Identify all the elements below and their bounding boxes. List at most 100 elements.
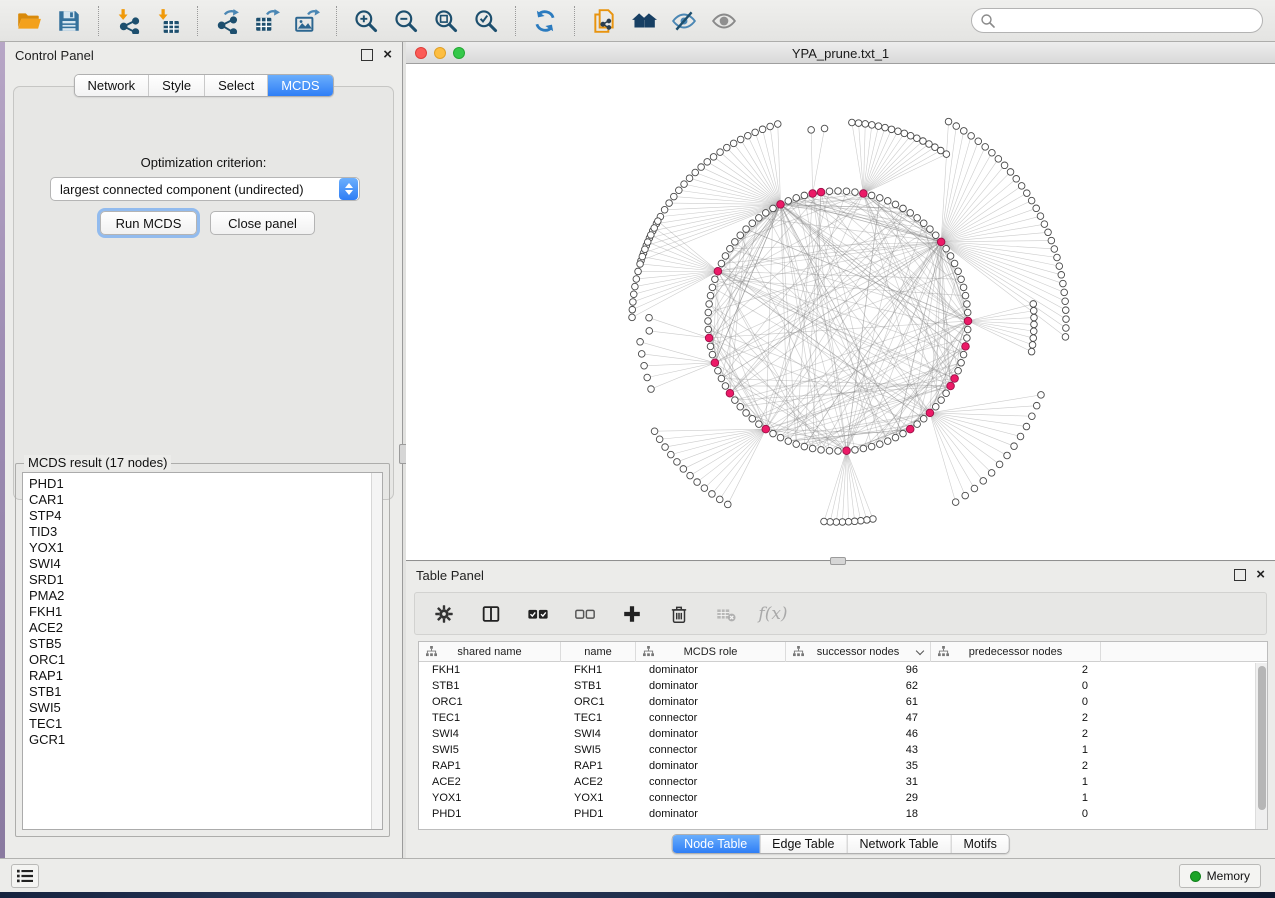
mcds-result-item[interactable]: FKH1 [29, 604, 382, 620]
minimize-window-icon[interactable] [434, 47, 446, 59]
mcds-result-item[interactable]: PMA2 [29, 588, 382, 604]
select-all-rows-button[interactable] [525, 601, 551, 627]
mcds-result-item[interactable]: RAP1 [29, 668, 382, 684]
float-window-icon[interactable] [1234, 569, 1246, 581]
export-image-button[interactable] [292, 6, 322, 36]
mcds-result-list[interactable]: PHD1CAR1STP4TID3YOX1SWI4SRD1PMA2FKH1ACE2… [22, 472, 383, 830]
import-table-button[interactable] [153, 6, 183, 36]
mcds-result-item[interactable]: ORC1 [29, 652, 382, 668]
show-eye-button[interactable] [709, 6, 739, 36]
tab-node-table[interactable]: Node Table [672, 835, 759, 853]
refresh-layout-button[interactable] [530, 6, 560, 36]
mcds-result-item[interactable]: PHD1 [29, 476, 382, 492]
table-row[interactable]: ORC1ORC1dominator610 [419, 694, 1267, 710]
table-cell: TEC1 [561, 712, 636, 724]
mcds-result-item[interactable]: STP4 [29, 508, 382, 524]
maximize-window-icon[interactable] [453, 47, 465, 59]
table-cell: 0 [931, 680, 1101, 692]
mcds-result-item[interactable]: TEC1 [29, 716, 382, 732]
table-row[interactable]: SWI5SWI5connector431 [419, 742, 1267, 758]
zoom-selected-button[interactable] [471, 6, 501, 36]
table-cell: 31 [786, 776, 931, 788]
add-column-button[interactable] [619, 601, 645, 627]
zoom-fit-button[interactable] [431, 6, 461, 36]
export-table-button[interactable] [252, 6, 282, 36]
table-cell: connector [636, 792, 786, 804]
mcds-options-box: Optimization criterion: largest connecte… [13, 86, 394, 500]
mcds-result-item[interactable]: TID3 [29, 524, 382, 540]
table-row[interactable]: SWI4SWI4dominator462 [419, 726, 1267, 742]
table-cell: connector [636, 776, 786, 788]
show-columns-button[interactable] [478, 601, 504, 627]
save-session-button[interactable] [54, 6, 84, 36]
table-cell: 0 [931, 808, 1101, 820]
search-field[interactable] [971, 8, 1263, 33]
fx-icon: f(x) [758, 604, 787, 624]
node-table: shared namenameMCDS rolesuccessor nodesp… [418, 641, 1268, 830]
mcds-result-item[interactable]: SWI4 [29, 556, 382, 572]
table-cell: dominator [636, 728, 786, 740]
table-scrollbar[interactable] [1255, 663, 1267, 830]
mcds-result-item[interactable]: SRD1 [29, 572, 382, 588]
task-history-button[interactable] [11, 864, 39, 888]
mcds-result-item[interactable]: SWI5 [29, 700, 382, 716]
import-network-button[interactable] [113, 6, 143, 36]
mcds-result-item[interactable]: GCR1 [29, 732, 382, 748]
table-settings-button[interactable] [431, 601, 457, 627]
open-folder-icon [16, 8, 42, 34]
tab-network-table[interactable]: Network Table [847, 835, 951, 853]
table-row[interactable]: STB1STB1dominator620 [419, 678, 1267, 694]
table-row[interactable]: YOX1YOX1connector291 [419, 790, 1267, 806]
memory-button[interactable]: Memory [1179, 864, 1261, 888]
table-cell: 61 [786, 696, 931, 708]
close-window-icon[interactable] [415, 47, 427, 59]
export-network-button[interactable] [212, 6, 242, 36]
mcds-result-item[interactable]: ACE2 [29, 620, 382, 636]
mcds-result-item[interactable]: YOX1 [29, 540, 382, 556]
search-input[interactable] [996, 11, 1262, 31]
table-row[interactable]: ACE2ACE2connector311 [419, 774, 1267, 790]
mcds-result-item[interactable]: STB5 [29, 636, 382, 652]
show-all-button[interactable] [629, 6, 659, 36]
network-graph[interactable] [406, 64, 1275, 561]
zoom-selected-icon [473, 8, 499, 34]
tab-network[interactable]: Network [74, 75, 148, 96]
column-header-shared-name[interactable]: shared name [419, 642, 561, 662]
column-header-successor-nodes[interactable]: successor nodes [786, 642, 931, 662]
column-header-name[interactable]: name [561, 642, 636, 662]
column-type-icon [643, 646, 654, 657]
mcds-result-item[interactable]: STB1 [29, 684, 382, 700]
select-all-icon [527, 603, 549, 625]
mcds-list-scrollbar[interactable] [371, 473, 382, 829]
duplicate-network-button[interactable] [589, 6, 619, 36]
table-cell: 35 [786, 760, 931, 772]
table-row[interactable]: FKH1FKH1dominator962 [419, 662, 1267, 678]
close-panel-icon[interactable]: × [383, 49, 392, 61]
run-mcds-button[interactable]: Run MCDS [100, 211, 197, 235]
table-row[interactable]: PHD1PHD1dominator180 [419, 806, 1267, 822]
horizontal-splitter-handle[interactable] [830, 557, 846, 565]
zoom-out-button[interactable] [391, 6, 421, 36]
open-file-button[interactable] [14, 6, 44, 36]
table-row[interactable]: RAP1RAP1dominator352 [419, 758, 1267, 774]
delete-column-button[interactable] [666, 601, 692, 627]
table-row[interactable]: TEC1TEC1connector472 [419, 710, 1267, 726]
deselect-all-rows-button[interactable] [572, 601, 598, 627]
criterion-select[interactable]: largest connected component (undirected) [50, 177, 360, 201]
tab-select[interactable]: Select [204, 75, 267, 96]
table-scrollbar-thumb[interactable] [1258, 666, 1266, 810]
network-canvas[interactable] [406, 64, 1275, 561]
close-panel-button[interactable]: Close panel [210, 211, 315, 235]
mcds-result-item[interactable]: CAR1 [29, 492, 382, 508]
tab-style[interactable]: Style [148, 75, 204, 96]
close-panel-icon[interactable]: × [1256, 569, 1265, 581]
table-cell: FKH1 [419, 664, 561, 676]
float-window-icon[interactable] [361, 49, 373, 61]
hide-selected-button[interactable] [669, 6, 699, 36]
tab-motifs[interactable]: Motifs [950, 835, 1008, 853]
column-header-MCDS-role[interactable]: MCDS role [636, 642, 786, 662]
tab-mcds[interactable]: MCDS [267, 75, 332, 96]
zoom-in-button[interactable] [351, 6, 381, 36]
tab-edge-table[interactable]: Edge Table [759, 835, 846, 853]
column-header-predecessor-nodes[interactable]: predecessor nodes [931, 642, 1101, 662]
